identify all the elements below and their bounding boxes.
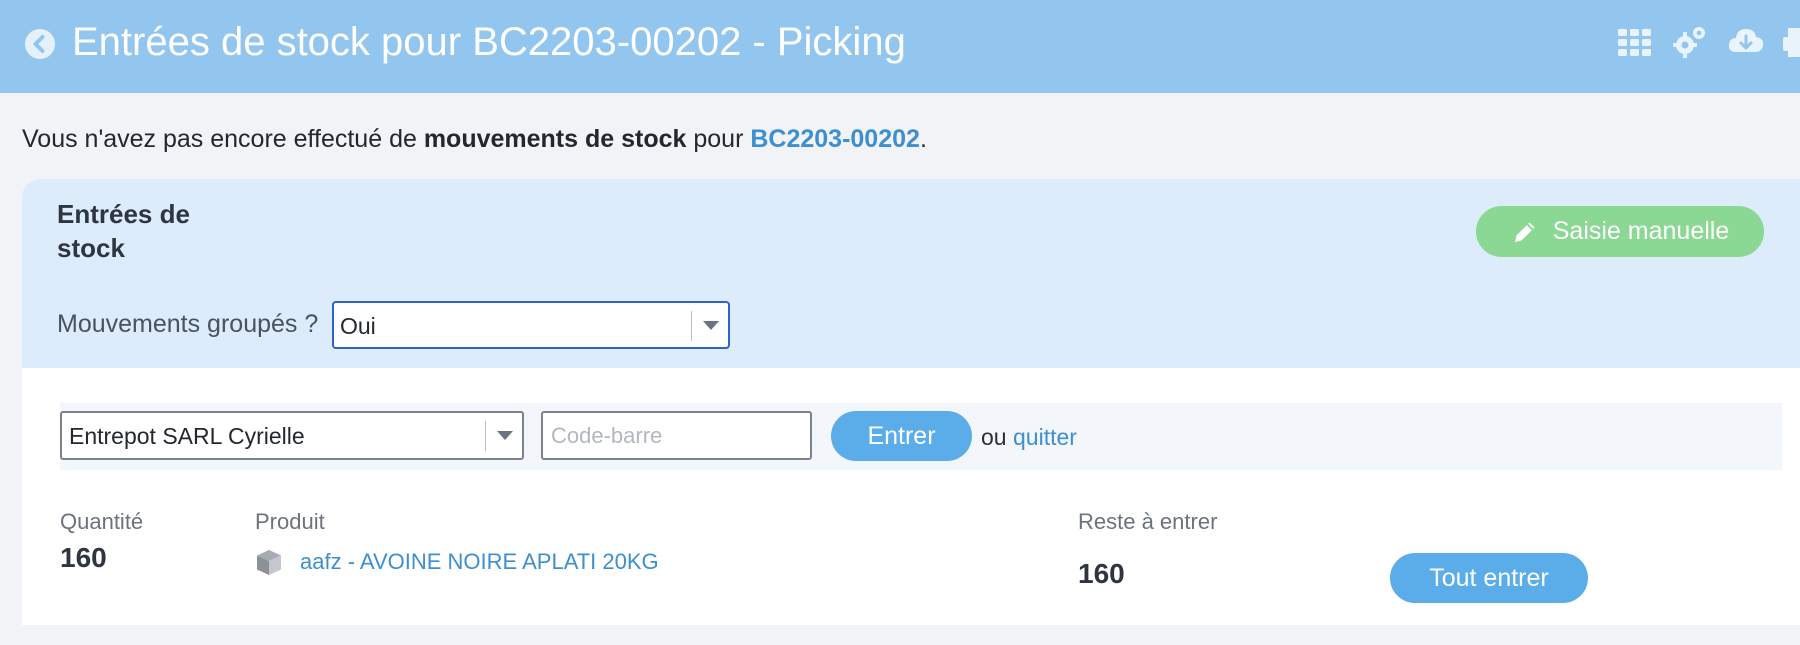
chevron-down-icon — [703, 321, 719, 330]
enter-button[interactable]: Entrer — [831, 411, 972, 461]
product-box-icon — [257, 550, 281, 575]
page-title: Entrées de stock pour BC2203-00202 - Pic… — [72, 20, 906, 64]
select-separator — [691, 311, 692, 341]
entry-toolbar: Entrepot SARL Cyrielle Entrer ou quitter — [60, 403, 1782, 470]
chevron-down-icon — [497, 431, 513, 440]
grouped-movements-label: Mouvements groupés ? — [57, 310, 319, 338]
or-text: ou — [981, 424, 1007, 450]
print-icon[interactable] — [1780, 22, 1800, 62]
warehouse-select[interactable]: Entrepot SARL Cyrielle — [60, 411, 524, 460]
cloud-download-icon[interactable] — [1726, 22, 1766, 62]
quantity-column-label: Quantité — [60, 509, 144, 534]
page-header: Entrées de stock pour BC2203-00202 - Pic… — [0, 0, 1800, 93]
settings-gears-icon[interactable] — [1670, 22, 1710, 62]
product-link[interactable]: aafz - AVOINE NOIRE APLATI 20KG — [300, 549, 659, 575]
back-icon[interactable] — [24, 28, 56, 60]
grouped-movements-value: Oui — [340, 313, 376, 339]
quit-link[interactable]: quitter — [1013, 424, 1077, 451]
notice-text: pour — [686, 125, 751, 153]
select-separator — [485, 421, 486, 451]
remaining-value: 160 — [1078, 558, 1125, 589]
enter-all-button[interactable]: Tout entrer — [1390, 553, 1588, 603]
notice-bold: mouvements de stock — [423, 125, 687, 153]
manual-entry-label: Saisie manuelle — [1552, 217, 1730, 245]
barcode-input[interactable] — [541, 411, 812, 460]
remaining-column-label: Reste à entrer — [1078, 509, 1218, 534]
product-cell: aafz - AVOINE NOIRE APLATI 20KG — [254, 545, 659, 579]
warehouse-value: Entrepot SARL Cyrielle — [69, 423, 305, 449]
stock-entry-card: Entrées de stock Saisie manuelle Mouveme… — [22, 179, 1800, 645]
grouped-movements-select[interactable]: Oui — [332, 301, 730, 349]
product-column-label: Produit — [255, 509, 325, 534]
card-title: Entrées de stock — [57, 199, 190, 263]
no-stock-movement-notice: Vous n'avez pas encore effectué de mouve… — [22, 122, 927, 156]
card-bottom-strip — [22, 625, 1800, 645]
notice-text: Vous n'avez pas encore effectué de — [22, 125, 424, 153]
order-reference: BC2203-00202 — [750, 125, 920, 153]
pencil-icon — [1514, 222, 1535, 242]
manual-entry-button[interactable]: Saisie manuelle — [1476, 206, 1764, 257]
apps-grid-icon[interactable] — [1615, 22, 1655, 62]
stock-entry-card-header: Entrées de stock Saisie manuelle Mouveme… — [22, 179, 1800, 368]
notice-text: . — [919, 125, 927, 153]
quantity-value: 160 — [60, 542, 107, 573]
